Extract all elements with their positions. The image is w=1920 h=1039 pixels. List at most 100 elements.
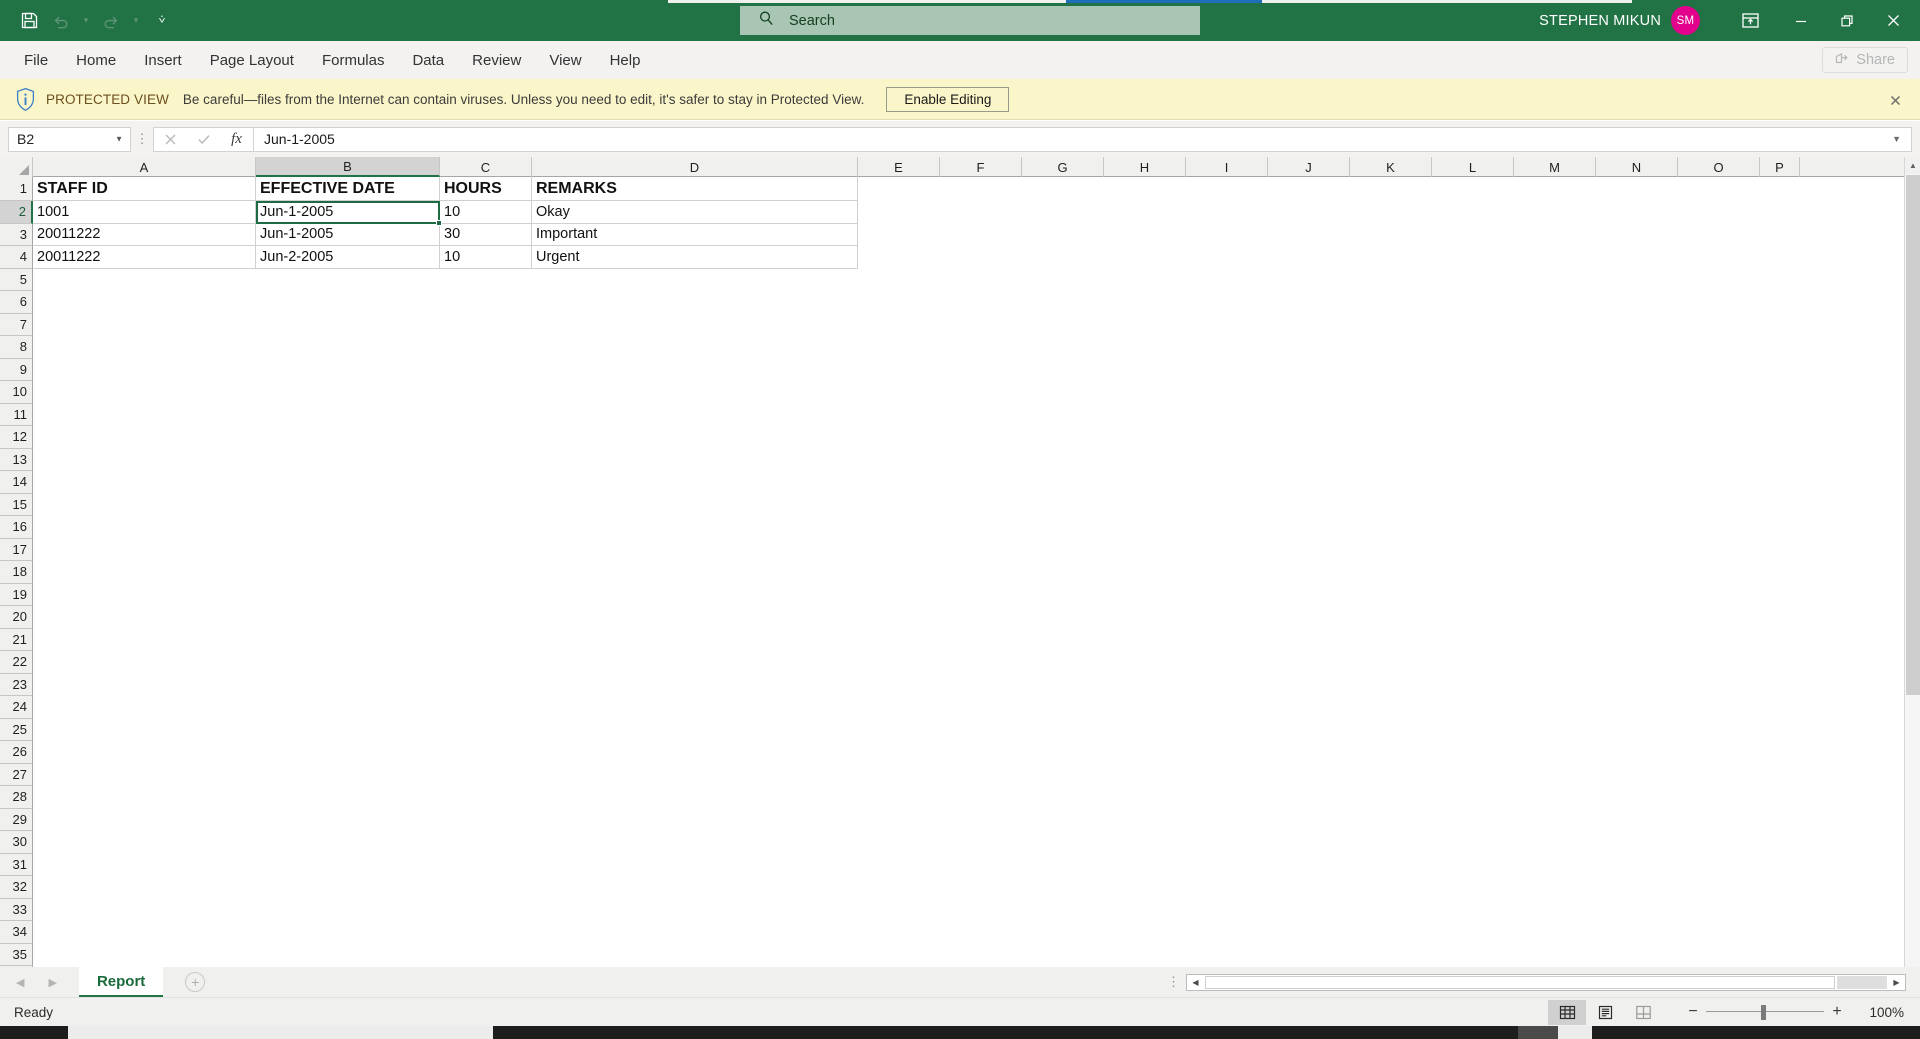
cell-O25[interactable] (1678, 718, 1760, 741)
chevron-down-icon[interactable]: ▼ (115, 135, 123, 144)
zoom-level-label[interactable]: 100% (1850, 1005, 1904, 1020)
cell-N2[interactable] (1596, 201, 1678, 224)
cell-J13[interactable] (1268, 448, 1350, 471)
cell-M25[interactable] (1514, 718, 1596, 741)
cell-A6[interactable] (33, 291, 256, 314)
cell-G1[interactable] (1022, 177, 1104, 201)
cell-D8[interactable] (532, 336, 858, 359)
cell-E13[interactable] (858, 448, 940, 471)
column-header-m[interactable]: M (1514, 157, 1596, 177)
cell-A8[interactable] (33, 336, 256, 359)
cell-M9[interactable] (1514, 358, 1596, 381)
minimize-icon[interactable] (1778, 0, 1824, 41)
row-header-4[interactable]: 4 (0, 246, 33, 269)
cell-H8[interactable] (1104, 336, 1186, 359)
cell-M11[interactable] (1514, 403, 1596, 426)
column-header-p[interactable]: P (1760, 157, 1800, 177)
cell-P1[interactable] (1760, 177, 1800, 201)
cell-I25[interactable] (1186, 718, 1268, 741)
cell-E32[interactable] (858, 876, 940, 899)
cell-M32[interactable] (1514, 876, 1596, 899)
row-header-12[interactable]: 12 (0, 426, 33, 449)
cell-F15[interactable] (940, 493, 1022, 516)
cell-H2[interactable] (1104, 201, 1186, 224)
column-header-k[interactable]: K (1350, 157, 1432, 177)
cell-C16[interactable] (440, 516, 532, 539)
cell-I23[interactable] (1186, 673, 1268, 696)
cell-P18[interactable] (1760, 561, 1800, 584)
cell-L21[interactable] (1432, 628, 1514, 651)
cell-F26[interactable] (940, 741, 1022, 764)
row-header-15[interactable]: 15 (0, 493, 33, 516)
cell-G23[interactable] (1022, 673, 1104, 696)
cell-G20[interactable] (1022, 606, 1104, 629)
cell-H29[interactable] (1104, 808, 1186, 831)
cell-M5[interactable] (1514, 268, 1596, 291)
tab-home[interactable]: Home (62, 41, 130, 79)
row-header-27[interactable]: 27 (0, 763, 33, 786)
cell-N14[interactable] (1596, 471, 1678, 494)
cell-E16[interactable] (858, 516, 940, 539)
cell-P33[interactable] (1760, 898, 1800, 921)
cell-C6[interactable] (440, 291, 532, 314)
cell-E22[interactable] (858, 651, 940, 674)
cell-H20[interactable] (1104, 606, 1186, 629)
row-header-17[interactable]: 17 (0, 538, 33, 561)
cell-P31[interactable] (1760, 853, 1800, 876)
cell-C10[interactable] (440, 381, 532, 404)
cell-H3[interactable] (1104, 223, 1186, 246)
row-header-7[interactable]: 7 (0, 313, 33, 336)
cell-B14[interactable] (256, 471, 440, 494)
cell-G19[interactable] (1022, 583, 1104, 606)
cell-E10[interactable] (858, 381, 940, 404)
cell-D18[interactable] (532, 561, 858, 584)
cell-H21[interactable] (1104, 628, 1186, 651)
cell-L12[interactable] (1432, 426, 1514, 449)
cell-M30[interactable] (1514, 831, 1596, 854)
cell-F3[interactable] (940, 223, 1022, 246)
cell-P22[interactable] (1760, 651, 1800, 674)
cell-J2[interactable] (1268, 201, 1350, 224)
cell-O14[interactable] (1678, 471, 1760, 494)
cell-M10[interactable] (1514, 381, 1596, 404)
cell-B20[interactable] (256, 606, 440, 629)
redo-icon[interactable] (96, 6, 126, 36)
cell-M7[interactable] (1514, 313, 1596, 336)
cell-L4[interactable] (1432, 246, 1514, 269)
cell-O13[interactable] (1678, 448, 1760, 471)
cell-K27[interactable] (1350, 763, 1432, 786)
cell-B19[interactable] (256, 583, 440, 606)
cell-J23[interactable] (1268, 673, 1350, 696)
row-header-21[interactable]: 21 (0, 628, 33, 651)
cell-K1[interactable] (1350, 177, 1432, 201)
cell-O27[interactable] (1678, 763, 1760, 786)
add-sheet-icon[interactable]: + (185, 972, 206, 992)
cell-O35[interactable] (1678, 943, 1760, 966)
cell-K34[interactable] (1350, 921, 1432, 944)
cell-N25[interactable] (1596, 718, 1678, 741)
cell-B7[interactable] (256, 313, 440, 336)
cell-F13[interactable] (940, 448, 1022, 471)
column-header-j[interactable]: J (1268, 157, 1350, 177)
cell-A28[interactable] (33, 786, 256, 809)
cell-L8[interactable] (1432, 336, 1514, 359)
column-header-i[interactable]: I (1186, 157, 1268, 177)
save-icon[interactable] (14, 6, 44, 36)
cell-H22[interactable] (1104, 651, 1186, 674)
cell-M29[interactable] (1514, 808, 1596, 831)
cell-B12[interactable] (256, 426, 440, 449)
cell-I5[interactable] (1186, 268, 1268, 291)
cell-L24[interactable] (1432, 696, 1514, 719)
cell-K8[interactable] (1350, 336, 1432, 359)
cell-P34[interactable] (1760, 921, 1800, 944)
cell-D31[interactable] (532, 853, 858, 876)
cell-P26[interactable] (1760, 741, 1800, 764)
cell-M12[interactable] (1514, 426, 1596, 449)
cell-E6[interactable] (858, 291, 940, 314)
cell-K25[interactable] (1350, 718, 1432, 741)
cell-L30[interactable] (1432, 831, 1514, 854)
cell-A14[interactable] (33, 471, 256, 494)
cell-M33[interactable] (1514, 898, 1596, 921)
cell-O29[interactable] (1678, 808, 1760, 831)
cell-M24[interactable] (1514, 696, 1596, 719)
